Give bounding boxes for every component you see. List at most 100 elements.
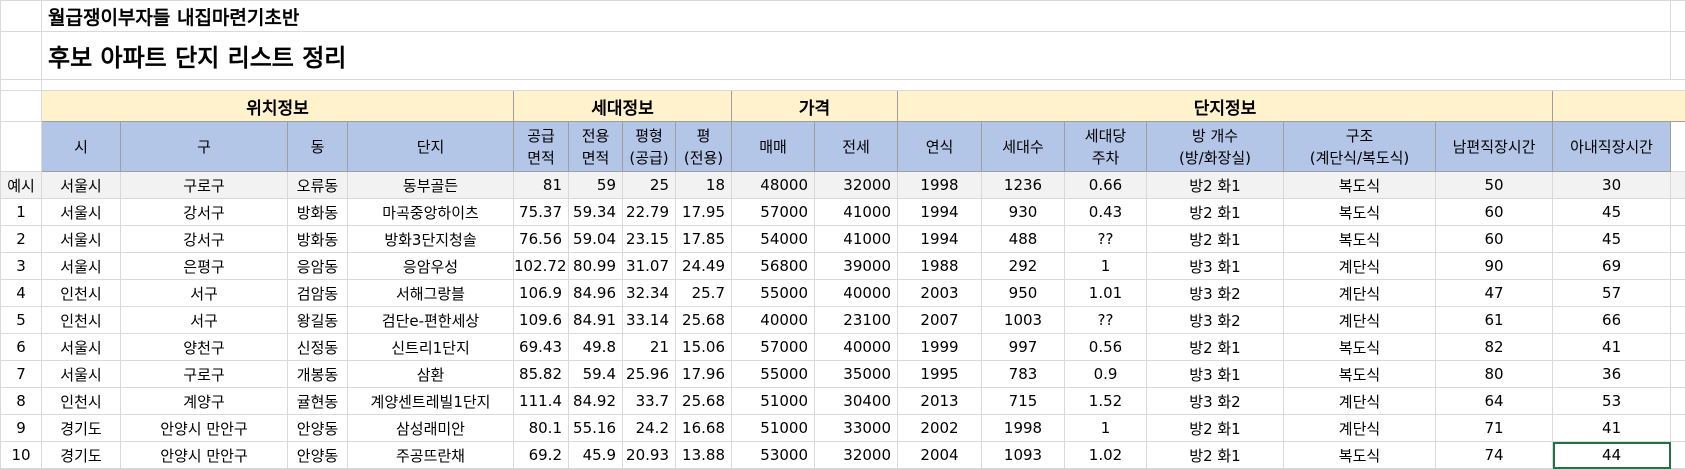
- cell-si[interactable]: 경기도: [42, 415, 121, 442]
- cell-supply-area[interactable]: 102.72: [514, 253, 569, 280]
- cell-households[interactable]: 715: [982, 388, 1065, 415]
- cell-husband-commute[interactable]: 74: [1436, 442, 1553, 469]
- cell-sale[interactable]: 55000: [732, 280, 815, 307]
- row-number[interactable]: 4: [1, 280, 42, 307]
- row-header[interactable]: [1, 32, 42, 80]
- cell-husband-commute[interactable]: 64: [1436, 388, 1553, 415]
- row-number[interactable]: 9: [1, 415, 42, 442]
- cell-rooms[interactable]: 방2 화1: [1147, 334, 1284, 361]
- cell-husband-commute[interactable]: 71: [1436, 415, 1553, 442]
- cell-sale[interactable]: 51000: [732, 415, 815, 442]
- cell-si[interactable]: 서울시: [42, 226, 121, 253]
- cell-jeonse[interactable]: 41000: [815, 226, 898, 253]
- cell-households[interactable]: 950: [982, 280, 1065, 307]
- cell-rooms[interactable]: 방3 화1: [1147, 361, 1284, 388]
- col-header-structure[interactable]: 구조(계단식/복도식): [1284, 122, 1436, 172]
- cell-dong[interactable]: 오류동: [288, 172, 348, 199]
- cell-year[interactable]: 1999: [898, 334, 982, 361]
- cell-pyeong-supply[interactable]: 21: [623, 334, 676, 361]
- cell-pyeong-exclusive[interactable]: 17.85: [676, 226, 732, 253]
- cell-structure[interactable]: 복도식: [1284, 442, 1436, 469]
- cell-sale[interactable]: 55000: [732, 361, 815, 388]
- cell-rooms[interactable]: 방3 화2: [1147, 280, 1284, 307]
- cell-husband-commute[interactable]: 90: [1436, 253, 1553, 280]
- cell-exclusive-area[interactable]: 49.8: [569, 334, 623, 361]
- group-header-location[interactable]: 위치정보: [42, 91, 514, 122]
- cell-si[interactable]: 서울시: [42, 361, 121, 388]
- col-header-households[interactable]: 세대수: [982, 122, 1065, 172]
- col-header-pyeong-exclusive[interactable]: 평(전용): [676, 122, 732, 172]
- col-header-parking[interactable]: 세대당주차: [1065, 122, 1147, 172]
- cell-year[interactable]: 2002: [898, 415, 982, 442]
- group-header-complex[interactable]: 단지정보: [898, 91, 1553, 122]
- cell-gu[interactable]: 강서구: [121, 199, 288, 226]
- cell-sale[interactable]: 57000: [732, 199, 815, 226]
- cell-pyeong-supply[interactable]: 20.93: [623, 442, 676, 469]
- cell-supply-area[interactable]: 106.9: [514, 280, 569, 307]
- col-header-husband-commute[interactable]: 남편직장시간: [1436, 122, 1553, 172]
- cell-danji[interactable]: 검단e-편한세상: [348, 307, 514, 334]
- cell-parking[interactable]: 1.01: [1065, 280, 1147, 307]
- cell-year[interactable]: 1994: [898, 199, 982, 226]
- cell-danji[interactable]: 응암우성: [348, 253, 514, 280]
- cell-wife-commute[interactable]: 69: [1553, 253, 1671, 280]
- row-number[interactable]: 6: [1, 334, 42, 361]
- cell[interactable]: [1671, 334, 1685, 361]
- cell-dong[interactable]: 귤현동: [288, 388, 348, 415]
- cell-parking[interactable]: ??: [1065, 226, 1147, 253]
- cell-pyeong-exclusive[interactable]: 16.68: [676, 415, 732, 442]
- cell-pyeong-supply[interactable]: 32.34: [623, 280, 676, 307]
- cell-exclusive-area[interactable]: 59.4: [569, 361, 623, 388]
- row-header[interactable]: [1, 80, 42, 91]
- cell-dong[interactable]: 안양동: [288, 415, 348, 442]
- cell-rooms[interactable]: 방3 화2: [1147, 388, 1284, 415]
- col-header-rooms[interactable]: 방 개수(방/화장실): [1147, 122, 1284, 172]
- cell-wife-commute[interactable]: 36: [1553, 361, 1671, 388]
- cell-dong[interactable]: 안양동: [288, 442, 348, 469]
- cell-pyeong-supply[interactable]: 24.2: [623, 415, 676, 442]
- cell-pyeong-exclusive[interactable]: 25.68: [676, 307, 732, 334]
- cell[interactable]: [1671, 172, 1685, 199]
- cell-pyeong-exclusive[interactable]: 15.06: [676, 334, 732, 361]
- cell-gu[interactable]: 강서구: [121, 226, 288, 253]
- cell-year[interactable]: 1998: [898, 172, 982, 199]
- cell-rooms[interactable]: 방3 화2: [1147, 307, 1284, 334]
- cell-year[interactable]: 1988: [898, 253, 982, 280]
- cell-jeonse[interactable]: 32000: [815, 442, 898, 469]
- cell-danji[interactable]: 서해그랑블: [348, 280, 514, 307]
- cell-structure[interactable]: 복도식: [1284, 199, 1436, 226]
- cell-gu[interactable]: 구로구: [121, 361, 288, 388]
- col-header-supply-area[interactable]: 공급면적: [514, 122, 569, 172]
- cell-supply-area[interactable]: 81: [514, 172, 569, 199]
- cell-supply-area[interactable]: 76.56: [514, 226, 569, 253]
- cell-wife-commute[interactable]: 57: [1553, 280, 1671, 307]
- group-header-commute[interactable]: [1553, 91, 1685, 122]
- cell-parking[interactable]: 0.9: [1065, 361, 1147, 388]
- cell-structure[interactable]: 복도식: [1284, 226, 1436, 253]
- cell-households[interactable]: 997: [982, 334, 1065, 361]
- cell-danji[interactable]: 삼성래미안: [348, 415, 514, 442]
- cell-wife-commute[interactable]: 41: [1553, 415, 1671, 442]
- cell-wife-commute[interactable]: 66: [1553, 307, 1671, 334]
- cell-jeonse[interactable]: 30400: [815, 388, 898, 415]
- cell-pyeong-supply[interactable]: 31.07: [623, 253, 676, 280]
- col-header-sale[interactable]: 매매: [732, 122, 815, 172]
- cell-parking[interactable]: 0.66: [1065, 172, 1147, 199]
- col-header-year[interactable]: 연식: [898, 122, 982, 172]
- row-number[interactable]: 10: [1, 442, 42, 469]
- cell-gu[interactable]: 안양시 만안구: [121, 415, 288, 442]
- cell-households[interactable]: 1003: [982, 307, 1065, 334]
- cell-jeonse[interactable]: 40000: [815, 280, 898, 307]
- cell-rooms[interactable]: 방2 화1: [1147, 415, 1284, 442]
- cell[interactable]: [1671, 280, 1685, 307]
- cell-supply-area[interactable]: 80.1: [514, 415, 569, 442]
- cell-pyeong-exclusive[interactable]: 17.96: [676, 361, 732, 388]
- cell-exclusive-area[interactable]: 84.92: [569, 388, 623, 415]
- col-header-exclusive-area[interactable]: 전용면적: [569, 122, 623, 172]
- cell-structure[interactable]: 복도식: [1284, 172, 1436, 199]
- cell-husband-commute[interactable]: 60: [1436, 226, 1553, 253]
- cell-pyeong-exclusive[interactable]: 18: [676, 172, 732, 199]
- row-number[interactable]: 5: [1, 307, 42, 334]
- cell-pyeong-exclusive[interactable]: 13.88: [676, 442, 732, 469]
- cell-husband-commute[interactable]: 47: [1436, 280, 1553, 307]
